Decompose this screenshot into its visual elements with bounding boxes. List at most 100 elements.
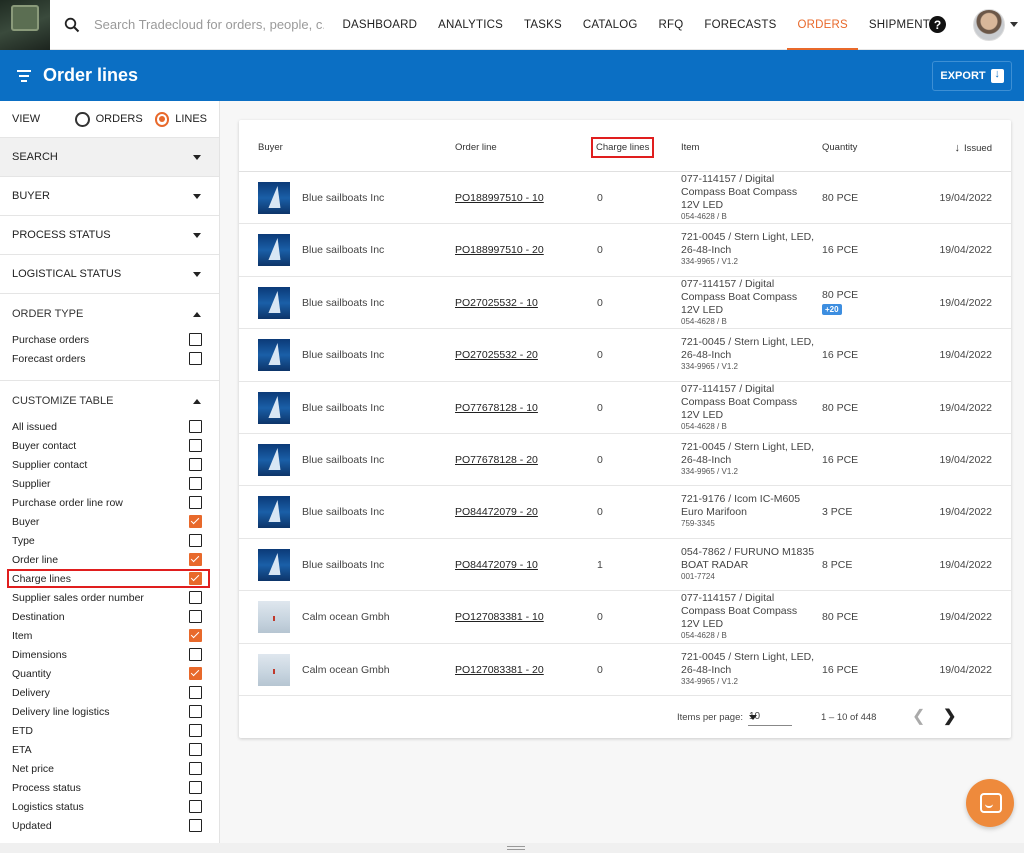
- buyer-section-toggle[interactable]: BUYER: [0, 177, 219, 216]
- checkbox[interactable]: [189, 705, 202, 718]
- checkbox[interactable]: [189, 762, 202, 775]
- table-row[interactable]: Blue sailboats Inc PO27025532 - 10 0 077-11…: [239, 277, 1011, 330]
- nav-dashboard[interactable]: DASHBOARD: [332, 0, 428, 50]
- user-avatar[interactable]: [973, 9, 1005, 41]
- checkbox[interactable]: [189, 352, 202, 365]
- order-line-link[interactable]: PO84472079 - 20: [455, 506, 538, 518]
- checkbox-row[interactable]: Supplier: [0, 474, 219, 493]
- checkbox[interactable]: [189, 477, 202, 490]
- view-lines-radio[interactable]: [154, 111, 170, 127]
- order-line-link[interactable]: PO188997510 - 20: [455, 244, 544, 256]
- logistical-status-section-toggle[interactable]: LOGISTICAL STATUS: [0, 255, 219, 294]
- checkbox-row[interactable]: Updated: [0, 816, 219, 835]
- table-row[interactable]: Blue sailboats Inc PO84472079 - 20 0 721-91…: [239, 486, 1011, 539]
- checkbox[interactable]: [189, 743, 202, 756]
- column-header-order-line[interactable]: Order line: [455, 142, 497, 153]
- search-icon[interactable]: [50, 0, 94, 50]
- column-header-issued[interactable]: ↓ Issued: [955, 142, 993, 154]
- company-logo[interactable]: [0, 0, 50, 50]
- checkbox-row[interactable]: Delivery line logistics: [0, 702, 219, 721]
- checkbox[interactable]: [189, 667, 202, 680]
- resize-handle-icon[interactable]: [507, 846, 525, 850]
- checkbox-row[interactable]: Purchase order line row: [0, 493, 219, 512]
- export-button[interactable]: EXPORT: [932, 61, 1012, 91]
- checkbox-row[interactable]: ETA: [0, 740, 219, 759]
- checkbox-row[interactable]: Buyer: [0, 512, 219, 531]
- table-row[interactable]: Blue sailboats Inc PO188997510 - 20 0 721-0…: [239, 224, 1011, 277]
- column-header-buyer[interactable]: Buyer: [258, 142, 283, 153]
- order-line-link[interactable]: PO188997510 - 10: [455, 192, 544, 204]
- checkbox[interactable]: [189, 534, 202, 547]
- table-row[interactable]: Blue sailboats Inc PO77678128 - 10 0 077-11…: [239, 382, 1011, 434]
- checkbox-row[interactable]: Destination: [0, 607, 219, 626]
- checkbox[interactable]: [189, 515, 202, 528]
- order-line-link[interactable]: PO77678128 - 10: [455, 402, 538, 414]
- order-line-link[interactable]: PO127083381 - 20: [455, 664, 544, 676]
- view-lines-label[interactable]: LINES: [175, 113, 207, 125]
- checkbox[interactable]: [189, 800, 202, 813]
- checkbox[interactable]: [189, 333, 202, 346]
- chat-support-button[interactable]: [966, 779, 1014, 827]
- column-header-quantity[interactable]: Quantity: [822, 142, 857, 153]
- table-row[interactable]: Blue sailboats Inc PO27025532 - 20 0 721-00…: [239, 329, 1011, 382]
- checkbox-row[interactable]: Order line: [0, 550, 219, 569]
- checkbox[interactable]: [189, 496, 202, 509]
- nav-rfq[interactable]: RFQ: [648, 0, 694, 50]
- order-line-link[interactable]: PO127083381 - 10: [455, 611, 544, 623]
- filter-menu-icon[interactable]: [14, 67, 34, 85]
- checkbox[interactable]: [189, 686, 202, 699]
- nav-tasks[interactable]: TASKS: [514, 0, 573, 50]
- checkbox-row[interactable]: Delivery: [0, 683, 219, 702]
- order-type-section-toggle[interactable]: ORDER TYPE: [0, 294, 219, 324]
- checkbox[interactable]: [189, 591, 202, 604]
- nav-forecasts[interactable]: FORECASTS: [694, 0, 787, 50]
- checkbox[interactable]: [189, 648, 202, 661]
- checkbox-row[interactable]: All issued: [0, 417, 219, 436]
- checkbox-row[interactable]: Dimensions: [0, 645, 219, 664]
- next-page-icon[interactable]: ❯: [943, 706, 956, 726]
- checkbox-row[interactable]: Type: [0, 531, 219, 550]
- order-line-link[interactable]: PO84472079 - 10: [455, 559, 538, 571]
- checkbox-row[interactable]: ETD: [0, 721, 219, 740]
- user-menu-caret-icon[interactable]: [1010, 22, 1018, 27]
- table-row[interactable]: Calm ocean Gmbh PO127083381 - 20 0 721-0045…: [239, 644, 1011, 696]
- checkbox[interactable]: [189, 439, 202, 452]
- checkbox-row[interactable]: Logistics status: [0, 797, 219, 816]
- customize-table-section-toggle[interactable]: CUSTOMIZE TABLE: [0, 381, 219, 411]
- order-line-link[interactable]: PO27025532 - 10: [455, 297, 538, 309]
- checkbox-row[interactable]: Item: [0, 626, 219, 645]
- table-row[interactable]: Blue sailboats Inc PO188997510 - 10 0 077-1…: [239, 172, 1011, 225]
- previous-page-icon[interactable]: ❮: [912, 706, 925, 726]
- checkbox-row[interactable]: Purchase orders: [0, 330, 219, 349]
- checkbox-row[interactable]: Buyer contact: [0, 436, 219, 455]
- global-search-input[interactable]: [94, 9, 324, 40]
- view-orders-label[interactable]: ORDERS: [96, 113, 143, 125]
- checkbox[interactable]: [189, 420, 202, 433]
- checkbox[interactable]: [189, 724, 202, 737]
- nav-catalog[interactable]: CATALOG: [572, 0, 648, 50]
- nav-analytics[interactable]: ANALYTICS: [428, 0, 514, 50]
- table-row[interactable]: Calm ocean Gmbh PO127083381 - 10 0 077-1141…: [239, 591, 1011, 644]
- checkbox-row[interactable]: Charge lines: [7, 569, 210, 588]
- order-line-link[interactable]: PO77678128 - 20: [455, 454, 538, 466]
- checkbox[interactable]: [189, 610, 202, 623]
- items-per-page-select[interactable]: 10: [748, 708, 792, 726]
- checkbox[interactable]: [189, 819, 202, 832]
- checkbox-row[interactable]: Net price: [0, 759, 219, 778]
- checkbox[interactable]: [189, 553, 202, 566]
- process-status-section-toggle[interactable]: PROCESS STATUS: [0, 216, 219, 255]
- search-section-toggle[interactable]: SEARCH: [0, 138, 219, 177]
- help-icon[interactable]: ?: [929, 16, 946, 33]
- checkbox[interactable]: [189, 458, 202, 471]
- checkbox[interactable]: [189, 629, 202, 642]
- column-header-item[interactable]: Item: [681, 142, 699, 153]
- table-row[interactable]: Blue sailboats Inc PO77678128 - 20 0 721-00…: [239, 434, 1011, 487]
- checkbox-row[interactable]: Supplier sales order number: [0, 588, 219, 607]
- checkbox-row[interactable]: Supplier contact: [0, 455, 219, 474]
- table-row[interactable]: Blue sailboats Inc PO84472079 - 10 1 054-78…: [239, 539, 1011, 592]
- checkbox[interactable]: [189, 781, 202, 794]
- checkbox[interactable]: [189, 572, 202, 585]
- order-line-link[interactable]: PO27025532 - 20: [455, 349, 538, 361]
- checkbox-row[interactable]: Forecast orders: [0, 349, 219, 368]
- checkbox-row[interactable]: Process status: [0, 778, 219, 797]
